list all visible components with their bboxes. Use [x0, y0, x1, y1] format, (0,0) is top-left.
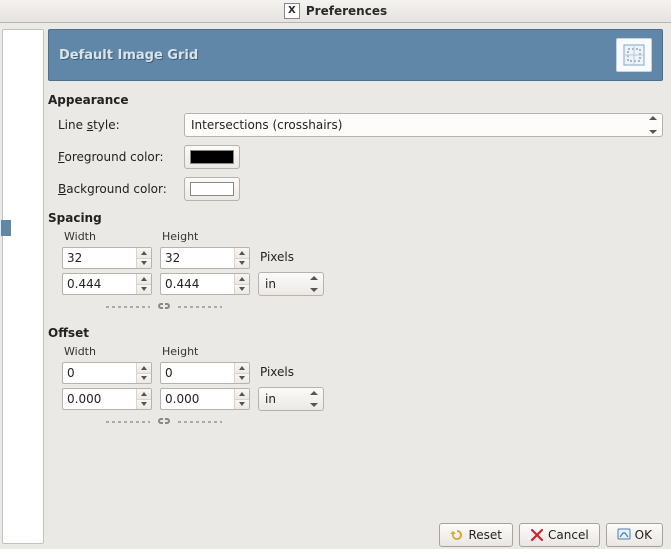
- dialog-button-bar: Reset Cancel OK: [439, 523, 663, 549]
- preferences-sidebar[interactable]: [2, 29, 44, 544]
- spacing-pixels-label: Pixels: [258, 246, 324, 268]
- sidebar-selection-indicator: [1, 220, 11, 236]
- spacing-height-px-input[interactable]: 32: [160, 247, 250, 269]
- chevron-down-icon[interactable]: [239, 376, 245, 380]
- chevron-down-icon[interactable]: [239, 261, 245, 265]
- chevron-down-icon[interactable]: [141, 287, 147, 291]
- spacing-width-label: Width: [62, 230, 152, 243]
- spacing-heading: Spacing: [48, 211, 663, 225]
- spacing-width-px-input[interactable]: 32: [62, 247, 152, 269]
- chevron-up-icon[interactable]: [239, 251, 245, 255]
- spacing-height-unit-input[interactable]: 0.444: [160, 273, 250, 295]
- grid-icon: [616, 38, 652, 72]
- offset-height-label: Height: [160, 345, 250, 358]
- foreground-color-button[interactable]: [184, 145, 240, 169]
- panel-title: Default Image Grid: [59, 48, 198, 63]
- preferences-main-panel: Default Image Grid Appearance Line style…: [48, 23, 671, 549]
- appearance-heading: Appearance: [48, 93, 663, 107]
- foreground-color-label: Foreground color:: [48, 150, 178, 164]
- offset-width-px-value: 0: [63, 363, 136, 383]
- spacing-unit-combo[interactable]: in: [258, 272, 324, 296]
- offset-width-px-input[interactable]: 0: [62, 362, 152, 384]
- window-titlebar: X Preferences: [0, 0, 671, 23]
- spacing-height-unit-value: 0.444: [161, 274, 234, 294]
- spacing-width-px-value: 32: [63, 248, 136, 268]
- chevron-up-icon[interactable]: [239, 366, 245, 370]
- spacing-width-unit-value: 0.444: [63, 274, 136, 294]
- offset-unit-value: in: [265, 392, 276, 406]
- background-color-button[interactable]: [184, 177, 240, 201]
- chevron-down-icon[interactable]: [141, 402, 147, 406]
- chevron-up-icon[interactable]: [141, 392, 147, 396]
- chevron-up-icon[interactable]: [141, 251, 147, 255]
- offset-pixels-label: Pixels: [258, 361, 324, 383]
- background-color-label: Background color:: [48, 182, 178, 196]
- offset-heading: Offset: [48, 326, 663, 340]
- reset-button-label: Reset: [468, 528, 502, 542]
- app-icon: X: [284, 3, 300, 19]
- chain-line: [178, 421, 222, 423]
- offset-height-unit-value: 0.000: [161, 389, 234, 409]
- ok-icon: [617, 528, 631, 542]
- chain-link-icon[interactable]: [156, 300, 172, 314]
- spacing-height-px-value: 32: [161, 248, 234, 268]
- chevron-down-icon[interactable]: [239, 402, 245, 406]
- reset-icon: [450, 528, 464, 542]
- updown-icon: [309, 276, 319, 292]
- line-style-select[interactable]: Intersections (crosshairs): [184, 113, 663, 137]
- panel-header: Default Image Grid: [48, 29, 663, 81]
- chevron-up-icon[interactable]: [141, 277, 147, 281]
- background-color-swatch: [190, 182, 234, 196]
- offset-height-px-value: 0: [161, 363, 234, 383]
- chevron-up-icon[interactable]: [141, 366, 147, 370]
- offset-height-px-input[interactable]: 0: [160, 362, 250, 384]
- foreground-color-swatch: [190, 150, 234, 164]
- ok-button-label: OK: [635, 528, 652, 542]
- chain-line: [106, 421, 150, 423]
- cancel-button[interactable]: Cancel: [519, 523, 600, 547]
- chevron-down-icon[interactable]: [141, 376, 147, 380]
- spacing-height-label: Height: [160, 230, 250, 243]
- updown-icon: [647, 116, 659, 134]
- window-title: Preferences: [306, 4, 387, 18]
- cancel-icon: [530, 528, 544, 542]
- chain-line: [106, 306, 150, 308]
- chevron-up-icon[interactable]: [239, 277, 245, 281]
- updown-icon: [309, 391, 319, 407]
- chevron-up-icon[interactable]: [239, 392, 245, 396]
- chain-line: [178, 306, 222, 308]
- offset-width-unit-input[interactable]: 0.000: [62, 388, 152, 410]
- offset-width-unit-value: 0.000: [63, 389, 136, 409]
- spacing-width-unit-input[interactable]: 0.444: [62, 273, 152, 295]
- chevron-down-icon[interactable]: [239, 287, 245, 291]
- cancel-button-label: Cancel: [548, 528, 589, 542]
- offset-unit-combo[interactable]: in: [258, 387, 324, 411]
- offset-width-label: Width: [62, 345, 152, 358]
- chevron-down-icon[interactable]: [141, 261, 147, 265]
- offset-height-unit-input[interactable]: 0.000: [160, 388, 250, 410]
- line-style-label: Line style:: [48, 118, 178, 132]
- ok-button[interactable]: OK: [606, 523, 663, 547]
- reset-button[interactable]: Reset: [439, 523, 513, 547]
- line-style-value: Intersections (crosshairs): [191, 118, 342, 132]
- chain-link-icon[interactable]: [156, 415, 172, 429]
- spacing-unit-value: in: [265, 277, 276, 291]
